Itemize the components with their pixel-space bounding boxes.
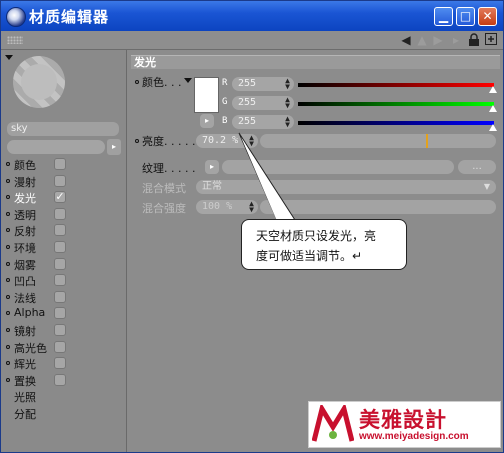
texture-browse-button[interactable]: ...	[458, 160, 496, 174]
left-panel: sky ▸ 颜色 漫射 发光 ✓ 透明 反射 环境 烟雾 凹凸 法线 Alpha …	[1, 50, 127, 452]
channel-item-specular[interactable]: 镜射	[6, 322, 126, 339]
window-title: 材质编辑器	[29, 8, 110, 26]
channel-checkbox[interactable]	[54, 274, 66, 287]
bullet-icon	[135, 139, 139, 143]
texture-label: 纹理. . . . .	[142, 162, 196, 175]
green-slider-handle[interactable]	[489, 105, 497, 112]
channel-item-transparency[interactable]: 透明	[6, 206, 126, 223]
texture-menu-button[interactable]: ▸	[205, 160, 219, 174]
channel-checkbox[interactable]	[54, 224, 66, 237]
title-bar[interactable]: 材质编辑器 ▁ □ ✕	[1, 1, 503, 31]
preview-menu-arrow-icon[interactable]	[5, 55, 13, 60]
channel-item-glow[interactable]: 辉光	[6, 355, 126, 372]
grip-icon[interactable]	[7, 36, 23, 44]
color-label: 颜色. . .	[142, 76, 182, 89]
watermark-logo-icon	[312, 405, 354, 442]
material-editor-window: 材质编辑器 ▁ □ ✕ ◀ ▲ ▶ ▸ sky ▸ 颜色 漫射 发光 ✓ 透明 反…	[0, 0, 504, 453]
green-gradient-slider[interactable]	[298, 102, 494, 106]
channel-item-bump[interactable]: 凹凸	[6, 272, 126, 289]
r-value-field[interactable]: 255 ▲ ▼	[232, 77, 294, 91]
channel-item-reflection[interactable]: 反射	[6, 222, 126, 239]
b-value-field[interactable]: 255 ▲ ▼	[232, 115, 294, 129]
brightness-label: 亮度. . . . .	[142, 135, 196, 148]
b-label: B	[222, 116, 228, 126]
section-title: 发光	[131, 55, 500, 69]
channel-checkbox[interactable]	[54, 257, 66, 270]
callout-tail	[238, 132, 296, 221]
toolbar: ◀ ▲ ▶ ▸	[1, 31, 503, 50]
channel-checkbox[interactable]	[54, 290, 66, 303]
red-slider-handle[interactable]	[489, 86, 497, 93]
channel-checkbox[interactable]	[54, 323, 66, 336]
blend-strength-label: 混合强度	[142, 202, 186, 215]
blend-mode-label: 混合模式	[142, 182, 186, 195]
channel-checkbox[interactable]	[54, 174, 66, 187]
extra-item-illumination[interactable]: 光照	[6, 388, 126, 405]
channel-item-luminance[interactable]: 发光 ✓	[6, 189, 126, 206]
r-label: R	[222, 78, 228, 88]
watermark: 美雅設計 www.meiyadesign.com	[308, 401, 501, 448]
watermark-url: www.meiyadesign.com	[359, 431, 469, 442]
color-menu-arrow-icon[interactable]	[184, 78, 192, 83]
callout-line-1: 天空材质只设发光，亮	[256, 229, 377, 243]
minimize-button[interactable]: ▁	[434, 7, 453, 26]
channel-checkbox[interactable]	[54, 340, 66, 353]
channel-item-environment[interactable]: 环境	[6, 239, 126, 256]
preview-slider-button[interactable]: ▸	[107, 139, 121, 155]
channel-checkbox[interactable]	[54, 158, 66, 170]
material-name-field[interactable]: sky	[7, 122, 119, 136]
channel-checkbox[interactable]	[54, 207, 66, 220]
channel-item-normal[interactable]: 法线	[6, 289, 126, 306]
bullet-icon	[135, 80, 139, 84]
close-button[interactable]: ✕	[478, 7, 497, 26]
callout-line-2: 度可做适当调节。↵	[256, 249, 363, 263]
channel-item-fog[interactable]: 烟雾	[6, 256, 126, 273]
lock-icon[interactable]	[467, 33, 481, 47]
app-icon	[6, 7, 26, 27]
channel-item-alpha[interactable]: Alpha	[6, 305, 126, 322]
brightness-slider-marker[interactable]	[426, 134, 428, 148]
maximize-button[interactable]: □	[456, 7, 475, 26]
g-label: G	[222, 97, 228, 107]
channel-list: 颜色 漫射 发光 ✓ 透明 反射 环境 烟雾 凹凸 法线 Alpha 镜射 高光色…	[6, 156, 126, 422]
channel-item-color[interactable]: 颜色	[6, 156, 126, 173]
preview-slider[interactable]	[7, 140, 105, 154]
blue-slider-handle[interactable]	[489, 124, 497, 131]
channel-checkbox[interactable]	[54, 307, 66, 320]
back-arrow-icon[interactable]: ◀	[399, 33, 413, 47]
material-preview[interactable]	[13, 56, 65, 108]
channel-checkbox-checked[interactable]: ✓	[54, 191, 66, 204]
annotation-callout: 天空材质只设发光，亮 度可做适当调节。↵	[241, 219, 407, 270]
blue-gradient-slider[interactable]	[298, 121, 494, 125]
watermark-brand: 美雅設計	[359, 408, 447, 432]
red-gradient-slider[interactable]	[298, 83, 494, 87]
channel-checkbox[interactable]	[54, 240, 66, 253]
g-value-field[interactable]: 255 ▲ ▼	[232, 96, 294, 110]
up-arrow-icon[interactable]: ▲	[415, 33, 429, 47]
color-swatch[interactable]	[194, 77, 219, 113]
forward-arrow-icon[interactable]: ▶	[431, 33, 445, 47]
channel-item-specular-color[interactable]: 高光色	[6, 339, 126, 356]
channel-item-displacement[interactable]: 置换	[6, 372, 126, 389]
extra-item-assignment[interactable]: 分配	[6, 405, 126, 422]
channel-item-diffusion[interactable]: 漫射	[6, 173, 126, 190]
channel-checkbox[interactable]	[54, 373, 66, 386]
new-window-icon[interactable]	[484, 33, 498, 47]
nav-icon[interactable]: ▸	[449, 33, 463, 47]
color-picker-button[interactable]: ▸	[200, 114, 214, 128]
channel-checkbox[interactable]	[54, 357, 66, 370]
